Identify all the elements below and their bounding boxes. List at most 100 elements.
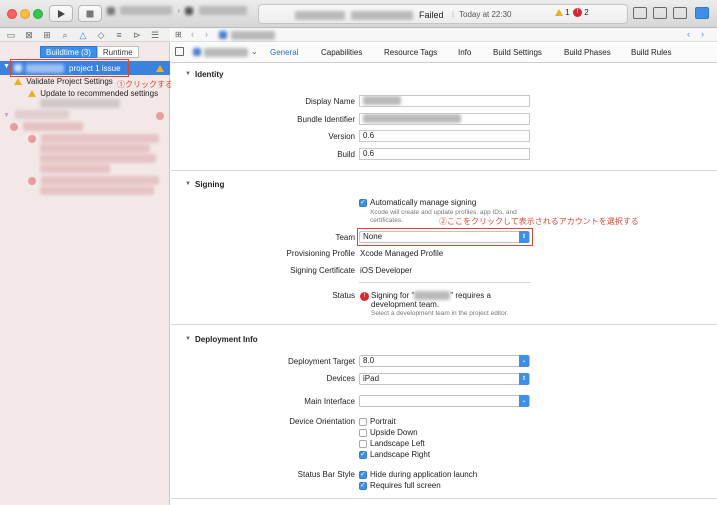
window-toolbar: › Failed | Today at 22:30 1 ! 2 <box>0 0 717 28</box>
tab-build-phases[interactable]: Build Phases <box>564 48 611 57</box>
section-divider <box>171 324 717 325</box>
bundle-id-field[interactable] <box>359 113 530 125</box>
devices-popup[interactable]: iPad ⇕ <box>359 373 530 385</box>
error-badge[interactable]: ! 2 <box>573 8 589 18</box>
version-field[interactable]: 0.6 <box>359 130 530 142</box>
folder-icon[interactable]: ▭ <box>6 30 16 40</box>
auto-manage-signing-label: Automatically manage signing <box>370 198 477 207</box>
display-name-field[interactable] <box>359 95 530 107</box>
tab-capabilities[interactable]: Capabilities <box>321 48 362 57</box>
warning-badge[interactable]: 1 <box>555 8 570 17</box>
error-icon: ! <box>573 8 582 18</box>
tab-build-rules[interactable]: Build Rules <box>631 48 671 57</box>
provisioning-profile-label: Provisioning Profile <box>286 249 355 258</box>
build-status-text: Failed <box>419 10 444 20</box>
scheme-selector[interactable]: › <box>107 6 247 21</box>
main-interface-combo[interactable]: ⌄ <box>359 395 530 407</box>
section-divider <box>171 170 717 171</box>
jump-bar-project-redacted[interactable] <box>231 31 275 40</box>
landscape-left-label: Landscape Left <box>370 439 425 448</box>
search-icon[interactable]: ⌕ <box>60 30 70 40</box>
status-message-line-2: development team. <box>371 300 440 309</box>
navigator-selector-bar: ▭ ⊠ ⊞ ⌕ △ ◇ ≡ ⊳ ☰ <box>0 28 170 42</box>
symbol-icon[interactable]: ⊞ <box>42 30 52 40</box>
issue-navigator: ▭ ⊠ ⊞ ⌕ △ ◇ ≡ ⊳ ☰ Buildtime (3) Runtime … <box>0 28 309 505</box>
device-name-redacted <box>198 6 247 16</box>
portrait-label: Portrait <box>370 417 396 426</box>
version-editor-icon[interactable] <box>673 7 687 19</box>
annotation-box-1 <box>10 59 129 77</box>
zoom-window-button[interactable] <box>33 9 43 19</box>
close-window-button[interactable] <box>7 9 17 19</box>
provisioning-profile-value: Xcode Managed Profile <box>360 249 444 258</box>
minimize-window-button[interactable] <box>20 9 30 19</box>
status-message-line-1: Signing for " " requires a <box>371 291 491 301</box>
navigator-toggle-icon[interactable] <box>695 7 709 19</box>
test-icon[interactable]: ◇ <box>96 30 106 40</box>
chevron-down-icon: ⌄ <box>519 395 529 407</box>
landscape-right-checkbox[interactable] <box>359 450 367 459</box>
target-selector-redacted[interactable] <box>204 48 248 57</box>
validate-settings-row[interactable]: Validate Project Settings <box>14 77 113 89</box>
deployment-target-popup[interactable]: 8.0 ⌄ <box>359 355 530 367</box>
related-items-icon[interactable]: ⊞ <box>175 30 182 39</box>
assistant-editor-icon[interactable] <box>653 7 667 19</box>
version-label: Version <box>328 132 355 141</box>
tab-general[interactable]: General <box>270 48 298 57</box>
upside-down-checkbox[interactable] <box>359 429 367 437</box>
standard-editor-icon[interactable] <box>633 7 647 19</box>
target-icon <box>193 48 201 56</box>
bundle-id-label: Bundle Identifier <box>297 115 355 124</box>
landscape-right-label: Landscape Right <box>370 450 431 459</box>
status-hint: Select a development team in the project… <box>371 310 509 317</box>
tab-resource-tags[interactable]: Resource Tags <box>384 48 437 57</box>
auto-manage-signing-checkbox[interactable] <box>359 198 367 207</box>
scheme-name-redacted <box>120 6 173 16</box>
signing-certificate-value: iOS Developer <box>360 266 413 275</box>
device-icon <box>185 6 194 15</box>
status-bar-style-label: Status Bar Style <box>297 470 355 479</box>
runtime-tab[interactable]: Runtime <box>96 46 139 58</box>
disclosure-icon[interactable]: ▼ <box>3 63 10 70</box>
build-field[interactable]: 0.6 <box>359 148 530 160</box>
forward-icon[interactable]: › <box>205 29 208 39</box>
requires-full-screen-checkbox[interactable] <box>359 481 367 490</box>
warning-icon <box>28 90 36 98</box>
error-icon: ! <box>360 292 369 301</box>
activity-task-redacted <box>351 11 413 20</box>
editor-layout-controls <box>633 7 713 21</box>
source-control-icon[interactable]: ⊠ <box>24 30 34 40</box>
portrait-checkbox[interactable] <box>359 418 367 426</box>
annotation-text-2: ②ここをクリックして表示されるアカウントを選択する <box>439 217 639 226</box>
breakpoint-icon[interactable]: ⊳ <box>132 30 142 40</box>
debug-icon[interactable]: ≡ <box>114 30 124 40</box>
report-icon[interactable]: ☰ <box>150 30 160 40</box>
project-list-toggle-icon[interactable] <box>175 47 184 56</box>
tab-info[interactable]: Info <box>458 48 471 57</box>
landscape-left-checkbox[interactable] <box>359 440 367 448</box>
stop-button[interactable] <box>78 5 102 22</box>
run-button[interactable] <box>49 5 73 22</box>
next-issue-icon[interactable]: › <box>701 29 704 39</box>
buildtime-tab[interactable]: Buildtime (3) <box>40 46 97 58</box>
identity-section-header[interactable]: Identity <box>185 70 224 79</box>
deployment-section-header[interactable]: Deployment Info <box>185 335 258 344</box>
previous-issue-icon[interactable]: ‹ <box>687 29 690 39</box>
tab-build-settings[interactable]: Build Settings <box>493 48 542 57</box>
project-editor: ⊞ ‹ › ‹ › ⌄ General Capabilities Resourc… <box>171 28 717 505</box>
second-project-row[interactable]: ▼ <box>3 110 164 122</box>
requires-full-screen-label: Requires full screen <box>370 481 441 490</box>
error-icon <box>28 176 36 185</box>
stop-icon <box>86 10 94 18</box>
auto-manage-note-line-2: certificates. <box>370 217 403 224</box>
main-interface-label: Main Interface <box>304 397 355 406</box>
activity-project-redacted <box>295 11 345 20</box>
annotation-box-2 <box>357 228 533 246</box>
code-signing-row[interactable] <box>10 122 84 134</box>
signing-section-header[interactable]: Signing <box>185 180 224 189</box>
back-icon[interactable]: ‹ <box>191 29 194 39</box>
app-icon <box>107 6 115 15</box>
issue-icon[interactable]: △ <box>78 30 88 40</box>
hide-status-bar-checkbox[interactable] <box>359 470 367 479</box>
team-label: Team <box>335 233 355 242</box>
